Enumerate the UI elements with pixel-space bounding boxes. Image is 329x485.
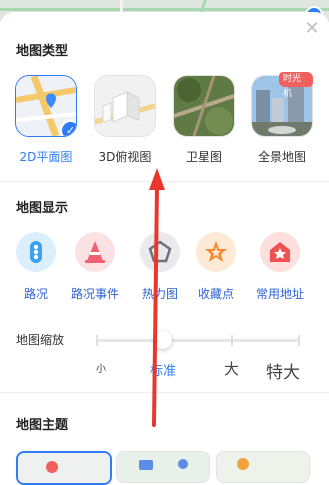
zoom-slider-track[interactable]: [96, 339, 300, 342]
section-divider: [0, 392, 329, 393]
map-type-panorama[interactable]: 时光机 全景地图: [251, 72, 313, 164]
map-type-title: 地图类型: [16, 44, 69, 59]
map-zoom-label: 地图缩放: [16, 333, 65, 347]
pentagon-icon: [140, 232, 180, 272]
map-display-title: 地图显示: [16, 201, 69, 216]
map-type-satellite[interactable]: 卫星图: [173, 75, 235, 164]
map-road: [0, 8, 329, 11]
map-type-2d[interactable]: ✓ 2D平面图: [15, 75, 77, 164]
map-theme-title: 地图主题: [16, 418, 69, 433]
time-machine-badge: 时光机: [279, 72, 313, 99]
map-type-label: 全景地图: [257, 150, 306, 164]
close-icon[interactable]: ✕: [303, 20, 321, 38]
zoom-tick: [96, 335, 98, 346]
theme-card-default[interactable]: [16, 451, 112, 485]
traffic-cone-icon: [75, 232, 115, 272]
home-icon: [260, 232, 300, 272]
theme-card[interactable]: [216, 451, 310, 483]
zoom-tick: [231, 335, 233, 346]
zoom-option-large[interactable]: 大: [224, 358, 239, 379]
zoom-tick: [298, 335, 300, 346]
zoom-slider-handle[interactable]: [154, 331, 172, 349]
section-divider: [0, 181, 329, 182]
map-2d-thumbnail: ✓: [15, 75, 77, 137]
display-label: 常用地址: [255, 287, 304, 301]
zoom-option-standard[interactable]: 标准: [150, 360, 176, 379]
map-type-label: 卫星图: [185, 150, 222, 164]
theme-card[interactable]: [116, 451, 210, 483]
map-type-label: 2D平面图: [19, 150, 73, 164]
zoom-option-small[interactable]: 小: [96, 360, 106, 375]
map-type-label: 3D俯视图: [98, 150, 152, 164]
selected-check-icon: ✓: [60, 120, 76, 136]
map-3d-thumbnail: [94, 75, 156, 137]
map-type-3d[interactable]: 3D俯视图: [94, 75, 156, 164]
map-satellite-thumbnail: [173, 75, 235, 137]
star-icon: [196, 232, 236, 272]
traffic-light-icon: [16, 232, 56, 272]
zoom-option-extra-large[interactable]: 特大: [266, 358, 300, 383]
